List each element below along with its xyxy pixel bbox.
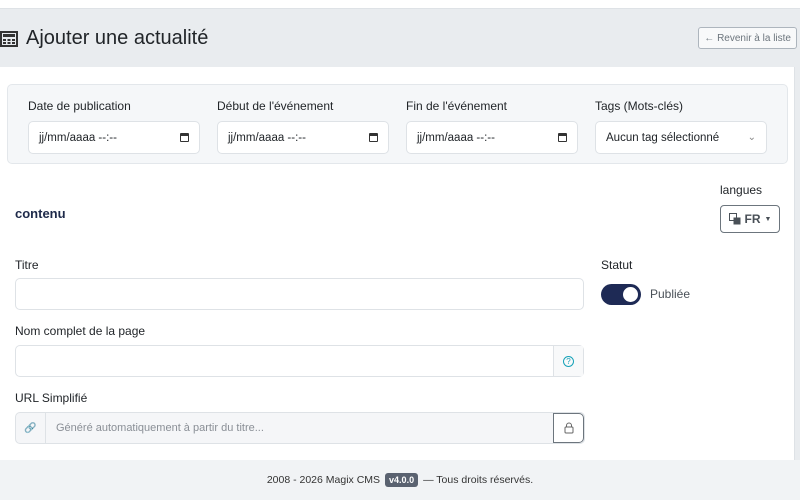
form-card: Date de publication jj/mm/aaaa --:-- Déb…: [0, 67, 795, 460]
footer: 2008 - 2026 Magix CMS v4.0.0 — Tous droi…: [0, 460, 800, 500]
status-toggle[interactable]: [601, 284, 641, 305]
back-to-list-button[interactable]: ← Revenir à la liste: [698, 27, 797, 49]
lock-icon[interactable]: [564, 422, 574, 434]
event-start-group: Début de l'événement jj/mm/aaaa --:--: [217, 99, 389, 154]
fullname-label: Nom complet de la page: [15, 324, 146, 338]
publication-date-input[interactable]: jj/mm/aaaa --:--: [28, 121, 200, 154]
help-icon[interactable]: ?: [563, 355, 574, 367]
url-placeholder: Généré automatiquement à partir du titre…: [56, 422, 264, 434]
tags-select[interactable]: Aucun tag sélectionné ⌄: [595, 121, 767, 154]
publication-date-group: Date de publication jj/mm/aaaa --:--: [28, 99, 200, 154]
calendar-icon[interactable]: [369, 133, 378, 142]
title-label: Titre: [15, 258, 39, 272]
languages-label: langues: [720, 183, 763, 197]
language-value: FR: [744, 212, 761, 226]
link-icon: 🔗: [16, 413, 46, 443]
publication-date-value: jj/mm/aaaa --:--: [39, 131, 117, 144]
event-end-group: Fin de l'événement jj/mm/aaaa --:--: [406, 99, 578, 154]
title-input[interactable]: [15, 278, 584, 310]
event-start-input[interactable]: jj/mm/aaaa --:--: [217, 121, 389, 154]
url-label: URL Simplifié: [15, 391, 88, 405]
tags-label: Tags (Mots-clés): [595, 99, 684, 113]
chevron-down-icon: ⌄: [747, 132, 756, 143]
tags-group: Tags (Mots-clés) Aucun tag sélectionné ⌄: [595, 99, 767, 154]
event-end-label: Fin de l'événement: [406, 99, 508, 113]
translate-icon: [728, 213, 741, 225]
page-title: Ajouter une actualité: [0, 27, 208, 50]
top-bar: [0, 0, 800, 9]
caret-down-icon: ▼: [764, 215, 772, 223]
newspaper-icon: [0, 30, 18, 47]
status-value: Publiée: [650, 287, 691, 301]
calendar-icon[interactable]: [558, 133, 567, 142]
footer-copyright: 2008 - 2026 Magix CMS: [266, 474, 381, 486]
page-header: Ajouter une actualité ← Revenir à la lis…: [0, 9, 800, 67]
footer-rights: — Tous droits réservés.: [423, 474, 534, 486]
page-title-text: Ajouter une actualité: [26, 27, 209, 49]
section-title: contenu: [15, 206, 66, 221]
url-input[interactable]: 🔗 Généré automatiquement à partir du tit…: [15, 412, 585, 444]
filters-panel: Date de publication jj/mm/aaaa --:-- Déb…: [7, 84, 788, 164]
event-end-value: jj/mm/aaaa --:--: [417, 131, 495, 144]
calendar-icon[interactable]: [180, 133, 189, 142]
language-dropdown[interactable]: FR ▼: [720, 205, 780, 233]
tags-value: Aucun tag sélectionné: [606, 131, 720, 144]
status-label: Statut: [601, 258, 633, 272]
version-badge: v4.0.0: [385, 473, 419, 487]
lock-button[interactable]: [553, 413, 584, 443]
event-end-input[interactable]: jj/mm/aaaa --:--: [406, 121, 578, 154]
help-addon[interactable]: ?: [553, 346, 583, 376]
publication-date-label: Date de publication: [28, 99, 131, 113]
event-start-label: Début de l'événement: [217, 99, 334, 113]
fullname-input[interactable]: ?: [15, 345, 584, 377]
event-start-value: jj/mm/aaaa --:--: [228, 131, 306, 144]
